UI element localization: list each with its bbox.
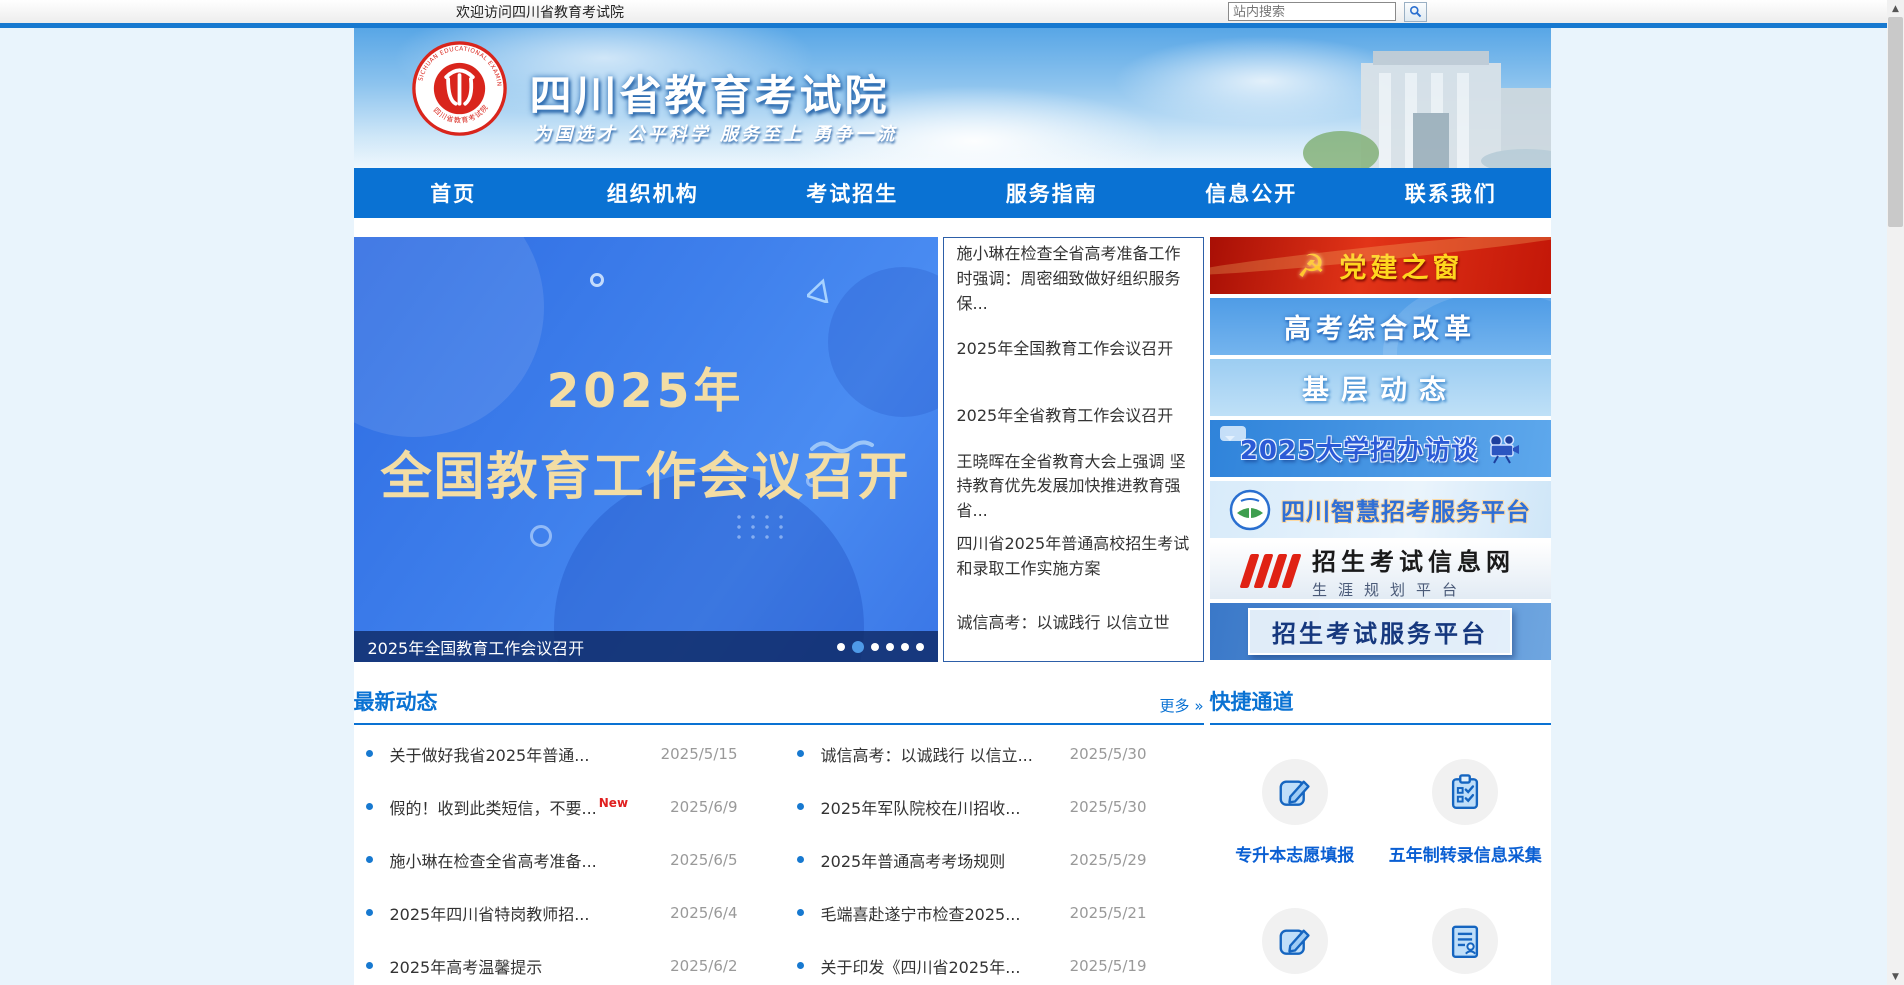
news-item[interactable]: 施小琳在检查全省高考准备... 2025/6/5 [366, 833, 738, 886]
dots-decoration [732, 512, 788, 542]
headline-item[interactable]: 2025年全省教育工作会议召开 [944, 383, 1203, 450]
quick-links-title: 快捷通道 [1210, 686, 1294, 716]
banner-smart-admission-platform[interactable]: 四川智慧招考服务平台 [1210, 481, 1551, 538]
carousel-pagination [837, 641, 924, 653]
bullet-icon [366, 856, 373, 863]
news-item[interactable]: 2025年普通高考考场规则 2025/5/29 [797, 833, 1147, 886]
carousel-dot[interactable] [871, 643, 879, 651]
platform-logo-icon [1229, 489, 1271, 531]
nav-item-contact[interactable]: 联系我们 [1351, 168, 1551, 218]
carousel-dot[interactable] [886, 643, 894, 651]
headline-item[interactable]: 四川省2025年普通高校招生考试和录取工作实施方案 [944, 524, 1203, 591]
bullet-icon [366, 803, 373, 810]
news-carousel[interactable]: 2025年 全国教育工作会议召开 2025年全国教育工作会议召开 [354, 237, 938, 662]
news-item[interactable]: 诚信高考：以诚践行 以信立... 2025/5/30 [797, 727, 1147, 780]
news-item[interactable]: 毛端喜赴遂宁市检查2025... 2025/5/21 [797, 886, 1147, 939]
banner-column: ☭ 党建之窗 高考综合改革 基层动态 2025大学招办访谈 [1210, 237, 1551, 662]
carousel-dot[interactable] [916, 643, 924, 651]
carousel-dot[interactable] [837, 643, 845, 651]
main-content: 2025年 全国教育工作会议召开 2025年全国教育工作会议召开 施小琳在检查全… [354, 218, 1551, 985]
news-list-right: 诚信高考：以诚践行 以信立... 2025/5/30 2025年军队院校在川招收… [797, 727, 1147, 985]
more-link[interactable]: 更多 » [1160, 695, 1204, 716]
bullet-icon [797, 962, 804, 969]
nav-item-service-guide[interactable]: 服务指南 [952, 168, 1152, 218]
quick-link-zhuanshengben[interactable]: 专升本志愿填报 [1210, 759, 1381, 866]
camera-icon [1486, 434, 1520, 464]
quick-links-section: 快捷通道 专升本志愿填报 [1210, 686, 1551, 985]
site-search [1228, 2, 1427, 22]
search-input[interactable] [1228, 2, 1396, 21]
bullet-icon [366, 962, 373, 969]
triangle-decoration [807, 277, 833, 303]
bullet-icon [797, 750, 804, 757]
new-badge: New [599, 796, 628, 810]
news-list-left: 关于做好我省2025年普通... 2025/5/15 假的！收到此类短信，不要.… [366, 727, 738, 985]
quick-link-4[interactable] [1380, 908, 1551, 985]
banner-grassroots-news[interactable]: 基层动态 [1210, 359, 1551, 416]
bullet-icon [797, 909, 804, 916]
nav-item-exam-admission[interactable]: 考试招生 [753, 168, 953, 218]
quick-link-wunianzhi[interactable]: 五年制转录信息采集 [1380, 759, 1551, 866]
ring-decoration [530, 525, 552, 547]
main-nav: 首页 组织机构 考试招生 服务指南 信息公开 联系我们 [354, 168, 1551, 218]
headline-item[interactable]: 施小琳在检查全省高考准备工作时强调：周密细致做好组织服务保... [944, 242, 1203, 316]
bullet-icon [797, 856, 804, 863]
headline-item[interactable]: 王晓晖在全省教育大会上强调 坚持教育优先发展加快推进教育强省... [944, 450, 1203, 524]
carousel-headline: 2025年 全国教育工作会议召开 [354, 352, 938, 509]
banner-admissions-interview[interactable]: 2025大学招办访谈 [1210, 420, 1551, 477]
ring-decoration [590, 273, 604, 287]
document-icon [1446, 922, 1484, 960]
carousel-dot[interactable] [901, 643, 909, 651]
news-item[interactable]: 关于做好我省2025年普通... 2025/5/15 [366, 727, 738, 780]
bullet-icon [366, 909, 373, 916]
banner-exam-info-net[interactable]: 招生考试信息网 生涯规划平台 [1210, 542, 1551, 599]
edit-icon [1276, 773, 1314, 811]
news-item[interactable]: 关于印发《四川省2025年... 2025/5/19 [797, 939, 1147, 985]
red-stripes-icon [1245, 554, 1296, 588]
scrollbar-thumb[interactable] [1888, 17, 1903, 227]
quick-link-3[interactable] [1210, 908, 1381, 985]
latest-news-section: 最新动态 更多 » 关于做好我省2025年普通... 2025/5/15 假的！… [354, 686, 1204, 985]
headline-item[interactable]: 2025年全国教育工作会议召开 [944, 316, 1203, 383]
search-button[interactable] [1404, 2, 1427, 22]
headline-list: 施小琳在检查全省高考准备工作时强调：周密细致做好组织服务保... 2025年全国… [943, 237, 1204, 662]
search-icon [1409, 5, 1422, 18]
news-item[interactable]: 2025年高考温馨提示 2025/6/2 [366, 939, 738, 985]
site-slogan: 为国选才 公平科学 服务至上 勇争一流 [534, 120, 898, 146]
nav-item-organization[interactable]: 组织机构 [553, 168, 753, 218]
hammer-sickle-icon: ☭ [1297, 247, 1326, 285]
site-header: SICHUAN EDUCATIONAL EXAMINATIONS AUTHORI… [354, 28, 1551, 168]
carousel-caption-bar: 2025年全国教育工作会议召开 [354, 631, 938, 662]
speech-bubble-icon [1220, 426, 1246, 441]
news-item[interactable]: 假的！收到此类短信，不要...New 2025/6/9 [366, 780, 738, 833]
building-photo [1301, 43, 1551, 168]
nav-item-home[interactable]: 首页 [354, 168, 554, 218]
latest-news-title: 最新动态 [354, 686, 438, 716]
bullet-icon [366, 750, 373, 757]
edit-icon [1276, 922, 1314, 960]
top-bar: 欢迎访问四川省教育考试院 [0, 0, 1887, 23]
browser-scrollbar[interactable]: ▲ ▼ [1887, 0, 1904, 985]
news-item[interactable]: 2025年军队院校在川招收... 2025/5/30 [797, 780, 1147, 833]
news-item[interactable]: 2025年四川省特岗教师招... 2025/6/4 [366, 886, 738, 939]
clipboard-check-icon [1446, 773, 1484, 811]
site-title: 四川省教育考试院 [530, 62, 890, 123]
welcome-text: 欢迎访问四川省教育考试院 [456, 2, 624, 22]
banner-exam-service-platform[interactable]: 招生考试服务平台 [1210, 603, 1551, 660]
nav-item-info-disclosure[interactable]: 信息公开 [1152, 168, 1352, 218]
scroll-down-button[interactable]: ▼ [1887, 968, 1904, 985]
banner-gaokao-reform[interactable]: 高考综合改革 [1210, 298, 1551, 355]
headline-item[interactable]: 诚信高考：以诚践行 以信立世 [944, 590, 1203, 657]
institute-seal-logo: SICHUAN EDUCATIONAL EXAMINATIONS AUTHORI… [412, 41, 507, 136]
banner-party-building[interactable]: ☭ 党建之窗 [1210, 237, 1551, 294]
carousel-caption: 2025年全国教育工作会议召开 [368, 635, 837, 659]
carousel-dot-active[interactable] [852, 641, 864, 653]
scroll-up-button[interactable]: ▲ [1887, 0, 1904, 17]
bullet-icon [797, 803, 804, 810]
